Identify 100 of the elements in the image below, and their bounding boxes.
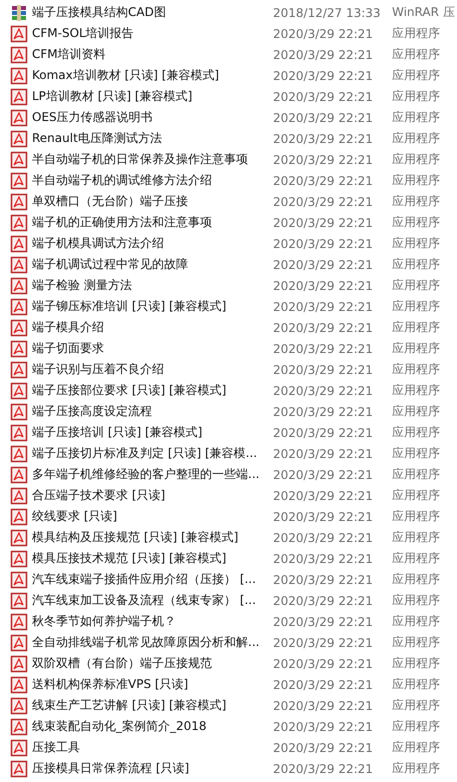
file-name[interactable]: CFM培训资料 [32,46,273,63]
document-icon [10,172,28,190]
file-name[interactable]: 端子切面要求 [32,340,273,357]
file-name[interactable]: Renault电压降测试方法 [32,130,273,147]
file-name[interactable]: 单双槽口（无台阶）端子压接 [32,193,273,210]
document-icon [10,738,28,756]
document-icon [10,718,28,736]
modified-date: 2020/3/29 22:21 [273,26,374,40]
file-name[interactable]: 端子识别与压着不良介绍 [32,361,273,378]
file-type: 应用程序 [392,46,440,63]
file-name[interactable]: 多年端子机维修经验的客户整理的一些端... [32,466,273,483]
file-name[interactable]: 端子机模具调试方法介绍 [32,235,273,252]
file-name[interactable]: Komax培训教材 [只读] [兼容模式] [32,67,273,84]
file-name[interactable]: 全自动排线端子机常见故障原因分析和解... [32,634,273,651]
file-type: 应用程序 [392,151,440,168]
file-name[interactable]: 半自动端子机的日常保养及操作注意事项 [32,151,273,168]
document-icon [10,256,28,274]
document-icon [10,234,28,252]
file-type: 应用程序 [392,424,440,441]
file-type: 应用程序 [392,382,440,399]
modified-date: 2020/3/29 22:21 [273,48,374,62]
archive-icon [10,4,28,22]
document-icon [10,150,28,168]
document-icon [10,108,28,126]
modified-date: 2020/3/29 22:21 [273,656,374,670]
document-icon [10,654,28,672]
file-type: 应用程序 [392,508,440,525]
file-name[interactable]: 端子压接培训 [只读] [兼容模式] [32,424,273,441]
file-type: 应用程序 [392,277,440,294]
modified-date: 2020/3/29 22:21 [273,320,374,334]
file-name[interactable]: 汽车线束端子接插件应用介绍（压接） [... [32,571,273,588]
file-name[interactable]: 端子机调试过程中常见的故障 [32,256,273,273]
file-name[interactable]: 秋冬季节如何养护端子机？ [32,613,273,630]
document-icon [10,46,28,64]
file-type: 应用程序 [392,739,440,756]
document-icon [10,130,28,148]
file-name[interactable]: 端子压接切片标准及判定 [只读] [兼容模... [32,445,273,462]
modified-date: 2020/3/29 22:21 [273,740,374,754]
modified-date: 2020/3/29 22:21 [273,510,374,524]
modified-date: 2020/3/29 22:21 [273,300,374,314]
file-name[interactable]: 合压端子技术要求 [只读] [32,487,273,504]
file-type: 应用程序 [392,571,440,588]
file-type: 应用程序 [392,235,440,252]
file-name[interactable]: 半自动端子机的调试维修方法介绍 [32,172,273,189]
modified-date: 2020/3/29 22:21 [273,90,374,104]
modified-date: 2020/3/29 22:21 [273,720,374,734]
file-type: 应用程序 [392,634,440,651]
file-name[interactable]: 绞线要求 [只读] [32,508,273,525]
file-name[interactable]: 线束装配自动化_案例简介_2018 [32,718,273,735]
file-name[interactable]: 送料机构保养标准VPS [只读] [32,676,273,693]
file-name[interactable]: 双阶双槽（有台阶）端子压接规范 [32,655,273,672]
file-type: 应用程序 [392,361,440,378]
modified-date: 2018/12/27 13:33 [273,6,382,20]
file-name[interactable]: 端子压接高度设定流程 [32,403,273,420]
file-type: 应用程序 [392,130,440,147]
file-name[interactable]: 压接工具 [32,739,273,756]
file-name[interactable]: 压接模具日常保养流程 [只读] [32,760,273,777]
file-name[interactable]: 端子机的正确使用方法和注意事项 [32,214,273,231]
modified-date: 2020/3/29 22:21 [273,762,374,776]
modified-date: 2020/3/29 22:21 [273,278,374,292]
modified-date: 2020/3/29 22:21 [273,216,374,230]
file-type: 应用程序 [392,109,440,126]
file-name[interactable]: 端子压接模具结构CAD图 [32,4,273,21]
file-name[interactable]: 端子模具介绍 [32,319,273,336]
file-name[interactable]: 模具结构及压接规范 [只读] [兼容模式] [32,529,273,546]
file-name[interactable]: 端子压接部位要求 [只读] [兼容模式] [32,382,273,399]
file-type: 应用程序 [392,487,440,504]
file-type: 应用程序 [392,466,440,483]
file-type: 应用程序 [392,550,440,567]
modified-date: 2020/3/29 22:21 [273,174,374,188]
modified-date: 2020/3/29 22:21 [273,236,374,250]
file-name[interactable]: 线束生产工艺讲解 [只读] [兼容模式] [32,697,273,714]
document-icon [10,360,28,378]
modified-date: 2020/3/29 22:21 [273,636,374,650]
file-type: 应用程序 [392,298,440,315]
modified-date: 2020/3/29 22:21 [273,594,374,608]
modified-date: 2020/3/29 22:21 [273,152,374,166]
file-name[interactable]: 模具压接技术规范 [只读] [兼容模式] [32,550,273,567]
file-type: 应用程序 [392,88,440,105]
file-name[interactable]: 汽车线束加工设备及流程（线束专家） [... [32,592,273,609]
modified-date: 2020/3/29 22:21 [273,404,374,418]
modified-date: 2020/3/29 22:21 [273,384,374,398]
modified-date: 2020/3/29 22:21 [273,614,374,628]
document-icon [10,676,28,694]
modified-date: 2020/3/29 22:21 [273,446,374,460]
document-icon [10,402,28,420]
modified-date: 2020/3/29 22:21 [273,572,374,586]
file-type: WinRAR 压 [392,4,455,21]
file-name[interactable]: 端子检验 测量方法 [32,277,273,294]
file-name[interactable]: 端子铆压标准培训 [只读] [兼容模式] [32,298,273,315]
document-icon [10,66,28,84]
file-name[interactable]: LP培训教材 [只读] [兼容模式] [32,88,273,105]
file-name[interactable]: CFM-SOL培训报告 [32,25,273,42]
modified-date: 2020/3/29 22:21 [273,258,374,272]
document-icon [10,192,28,210]
file-name[interactable]: OES压力传感器说明书 [32,109,273,126]
document-icon [10,214,28,232]
file-type: 应用程序 [392,403,440,420]
file-type: 应用程序 [392,319,440,336]
document-icon [10,24,28,42]
